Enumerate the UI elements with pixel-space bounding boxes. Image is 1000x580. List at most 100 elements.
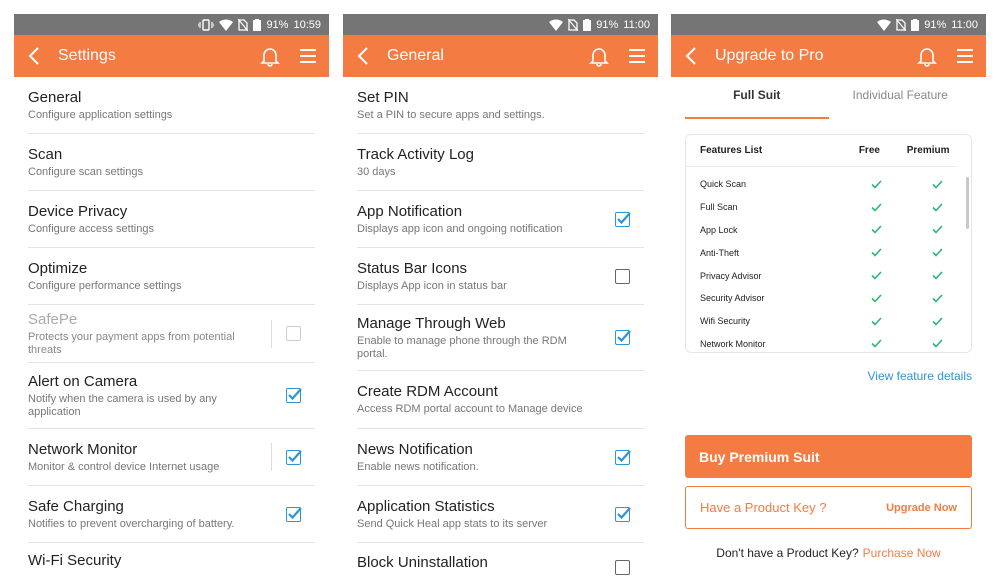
settings-list: General Configure application settings Sc… — [14, 77, 329, 580]
item-subtitle: Protects your payment apps from potentia… — [28, 330, 235, 356]
no-sim-icon — [238, 18, 249, 31]
status-bar: 91% 11:00 — [671, 14, 986, 35]
tab-individual-feature[interactable]: Individual Feature — [829, 77, 973, 117]
general-item-status-bar-icons[interactable]: Status Bar Icons Displays App icon in sta… — [357, 248, 644, 305]
feature-name: Security Advisor — [700, 293, 765, 304]
battery-icon — [583, 18, 592, 31]
free-check — [845, 248, 907, 257]
item-title: Application Statistics — [357, 497, 495, 515]
general-item-set-pin[interactable]: Set PIN Set a PIN to secure apps and sett… — [357, 77, 644, 134]
settings-item-wifi-security[interactable]: Wi-Fi Security — [28, 543, 315, 580]
no-sim-icon — [568, 18, 579, 31]
general-item-app-notification[interactable]: App Notification Displays app icon and on… — [357, 191, 644, 248]
bell-icon[interactable] — [916, 45, 938, 67]
buy-premium-button[interactable]: Buy Premium Suit — [685, 435, 972, 478]
clock: 10:59 — [293, 18, 321, 31]
settings-item-general[interactable]: General Configure application settings — [28, 77, 315, 134]
page-title: Settings — [58, 47, 116, 64]
general-item-create-rdm-account[interactable]: Create RDM Account Access RDM portal acco… — [357, 371, 644, 429]
upgrade-screen: 91% 11:00 Upgrade to Pro Full Suit Indiv… — [671, 14, 986, 580]
network-monitor-checkbox[interactable] — [286, 449, 302, 465]
bell-icon[interactable] — [259, 45, 281, 67]
clock: 11:00 — [623, 18, 650, 31]
alert-on-camera-checkbox[interactable] — [286, 388, 302, 403]
premium-check — [907, 339, 967, 349]
settings-item-device-privacy[interactable]: Device Privacy Configure access settings — [28, 191, 315, 248]
premium-check — [907, 248, 967, 257]
menu-icon[interactable] — [628, 47, 646, 65]
application-statistics-checkbox[interactable] — [615, 506, 631, 522]
page-title: Upgrade to Pro — [715, 47, 824, 64]
settings-item-safepe[interactable]: SafePe Protects your payment apps from po… — [28, 305, 315, 363]
item-title: Block Uninstallation — [357, 554, 488, 571]
check-icon — [931, 317, 943, 326]
menu-icon[interactable] — [299, 47, 317, 65]
app-bar: Upgrade to Pro — [671, 35, 986, 77]
manage-through-web-checkbox[interactable] — [615, 330, 631, 345]
check-icon — [617, 330, 631, 343]
check-icon — [931, 294, 943, 303]
item-title: Create RDM Account — [357, 383, 498, 400]
settings-item-optimize[interactable]: Optimize Configure performance settings — [28, 248, 315, 305]
status-bar: 91% 10:59 — [14, 14, 329, 35]
settings-item-safe-charging[interactable]: Safe Charging Notifies to prevent overcha… — [28, 486, 315, 543]
check-icon — [931, 180, 943, 189]
status-bar-icons-checkbox[interactable] — [615, 268, 630, 284]
free-check — [845, 203, 907, 212]
check-icon — [870, 203, 882, 212]
general-item-track-activity-log[interactable]: Track Activity Log 30 days — [357, 134, 644, 191]
menu-icon[interactable] — [956, 47, 974, 65]
view-feature-details-link[interactable]: View feature details — [671, 369, 972, 383]
scrollbar[interactable] — [966, 177, 969, 229]
tab-full-suit[interactable]: Full Suit — [685, 77, 829, 119]
item-title: Status Bar Icons — [357, 259, 468, 277]
feature-row: Wifi Security — [686, 310, 971, 333]
settings-screen: 91% 10:59 Settings General Configure appl… — [14, 14, 329, 580]
check-icon — [870, 225, 882, 235]
check-icon — [870, 248, 882, 257]
item-title: Set PIN — [357, 88, 409, 106]
settings-item-network-monitor[interactable]: Network Monitor Monitor & control device … — [28, 429, 315, 486]
check-icon — [931, 225, 943, 235]
free-check — [845, 271, 907, 280]
feature-name: Privacy Advisor — [700, 270, 762, 281]
feature-rows: Quick Scan Full Scan App Lock Anti-Theft Pri… — [686, 173, 971, 352]
general-screen: 91% 11:00 General Set PIN Set a PIN to se… — [343, 14, 658, 580]
item-title: Safe Charging — [28, 497, 124, 515]
feature-name: Anti-Theft — [700, 247, 740, 258]
back-arrow-icon[interactable] — [353, 45, 375, 67]
block-uninstallation-checkbox[interactable] — [615, 560, 630, 575]
safe-charging-checkbox[interactable] — [286, 506, 302, 522]
general-item-block-uninstallation[interactable]: Block Uninstallation — [357, 543, 644, 580]
bell-icon[interactable] — [588, 45, 610, 67]
product-key-box[interactable]: Have a Product Key ? Upgrade Now — [685, 486, 972, 529]
news-notification-checkbox[interactable] — [615, 449, 631, 465]
safepe-checkbox[interactable] — [286, 326, 301, 341]
feature-name: Wifi Security — [700, 316, 751, 327]
feature-row: Anti-Theft — [686, 241, 971, 264]
purchase-now-link[interactable]: Purchase Now — [863, 546, 941, 560]
general-item-news-notification[interactable]: News Notification Enable news notificatio… — [357, 429, 644, 486]
page-title: General — [387, 47, 444, 64]
feature-row: Network Monitor — [686, 333, 971, 352]
item-subtitle: Notifies to prevent overcharging of batt… — [28, 517, 235, 530]
settings-item-alert-on-camera[interactable]: Alert on Camera Notify when the camera is… — [28, 363, 315, 429]
upgrade-now-button[interactable]: Upgrade Now — [886, 502, 957, 514]
feature-name: App Lock — [700, 224, 738, 235]
general-item-application-statistics[interactable]: Application Statistics Send Quick Heal ap… — [357, 486, 644, 543]
check-icon — [931, 203, 943, 212]
battery-text: 91% — [924, 18, 947, 31]
item-title: Optimize — [28, 259, 88, 277]
check-icon — [870, 339, 882, 349]
general-item-manage-through-web[interactable]: Manage Through Web Enable to manage phone… — [357, 305, 644, 371]
item-title: SafePe — [28, 310, 78, 328]
app-notification-checkbox[interactable] — [615, 211, 631, 227]
back-arrow-icon[interactable] — [24, 45, 46, 67]
item-title: General — [28, 88, 82, 106]
settings-item-scan[interactable]: Scan Configure scan settings — [28, 134, 315, 191]
free-check — [845, 339, 907, 349]
app-bar: General — [343, 35, 658, 77]
battery-text: 91% — [596, 18, 619, 31]
premium-check — [907, 225, 967, 235]
back-arrow-icon[interactable] — [681, 45, 703, 67]
